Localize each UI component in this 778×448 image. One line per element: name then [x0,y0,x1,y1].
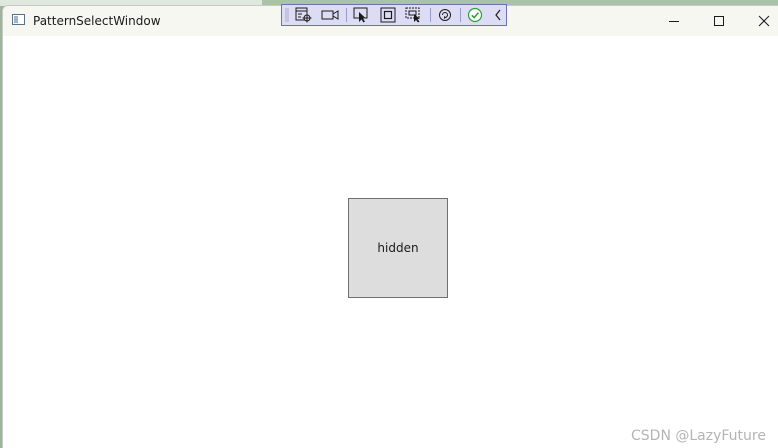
maximize-icon [714,16,724,26]
toolbar-separator [430,8,431,22]
track-focus-icon [405,7,420,23]
toolbar-separator [346,8,347,22]
toolbar-grip-icon[interactable] [285,8,289,22]
window-title: PatternSelectWindow [33,14,161,28]
toolbar-button-record[interactable] [320,6,340,24]
collapse-chevron-icon [495,9,501,21]
display-adorners-icon [380,7,396,23]
toolbar-button-display-adorners[interactable] [378,6,398,24]
checkmark-icon [467,7,483,23]
box-label: hidden [377,241,419,255]
maximize-button[interactable] [696,6,742,36]
toolbar-button-status[interactable] [465,6,485,24]
minimize-button[interactable] [651,6,697,36]
pointer-select-icon [353,7,368,23]
toolbar-button-pointer-select[interactable] [352,6,372,24]
select-element-icon [295,7,312,23]
app-window: PatternSelectWindow hidden CSDN @LazyFut… [2,5,778,448]
minimize-icon [669,21,679,22]
hot-reload-icon [439,9,451,21]
close-icon [758,15,770,27]
toolbar-button-hot-reload[interactable] [435,6,455,24]
record-camera-icon [321,10,339,20]
runtime-debug-toolbar [281,4,507,26]
toolbar-separator [460,8,461,22]
window-icon [12,14,25,25]
close-button[interactable] [741,6,778,36]
toolbar-button-select-element[interactable] [294,6,314,24]
toolbar-button-track-focus[interactable] [404,6,424,24]
hidden-box[interactable]: hidden [348,198,448,298]
watermark: CSDN @LazyFuture [631,428,766,444]
toolbar-button-collapse[interactable] [488,6,508,24]
